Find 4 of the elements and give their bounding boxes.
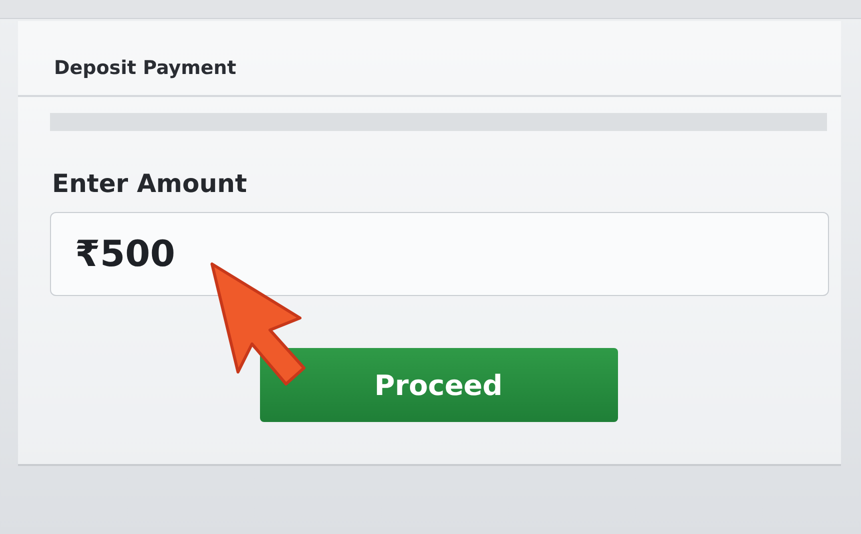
card-title: Deposit Payment xyxy=(53,56,238,81)
proceed-button[interactable]: Proceed xyxy=(260,348,618,422)
amount-field[interactable]: ₹500 xyxy=(50,212,829,296)
field-label: Enter Amount xyxy=(51,168,248,198)
